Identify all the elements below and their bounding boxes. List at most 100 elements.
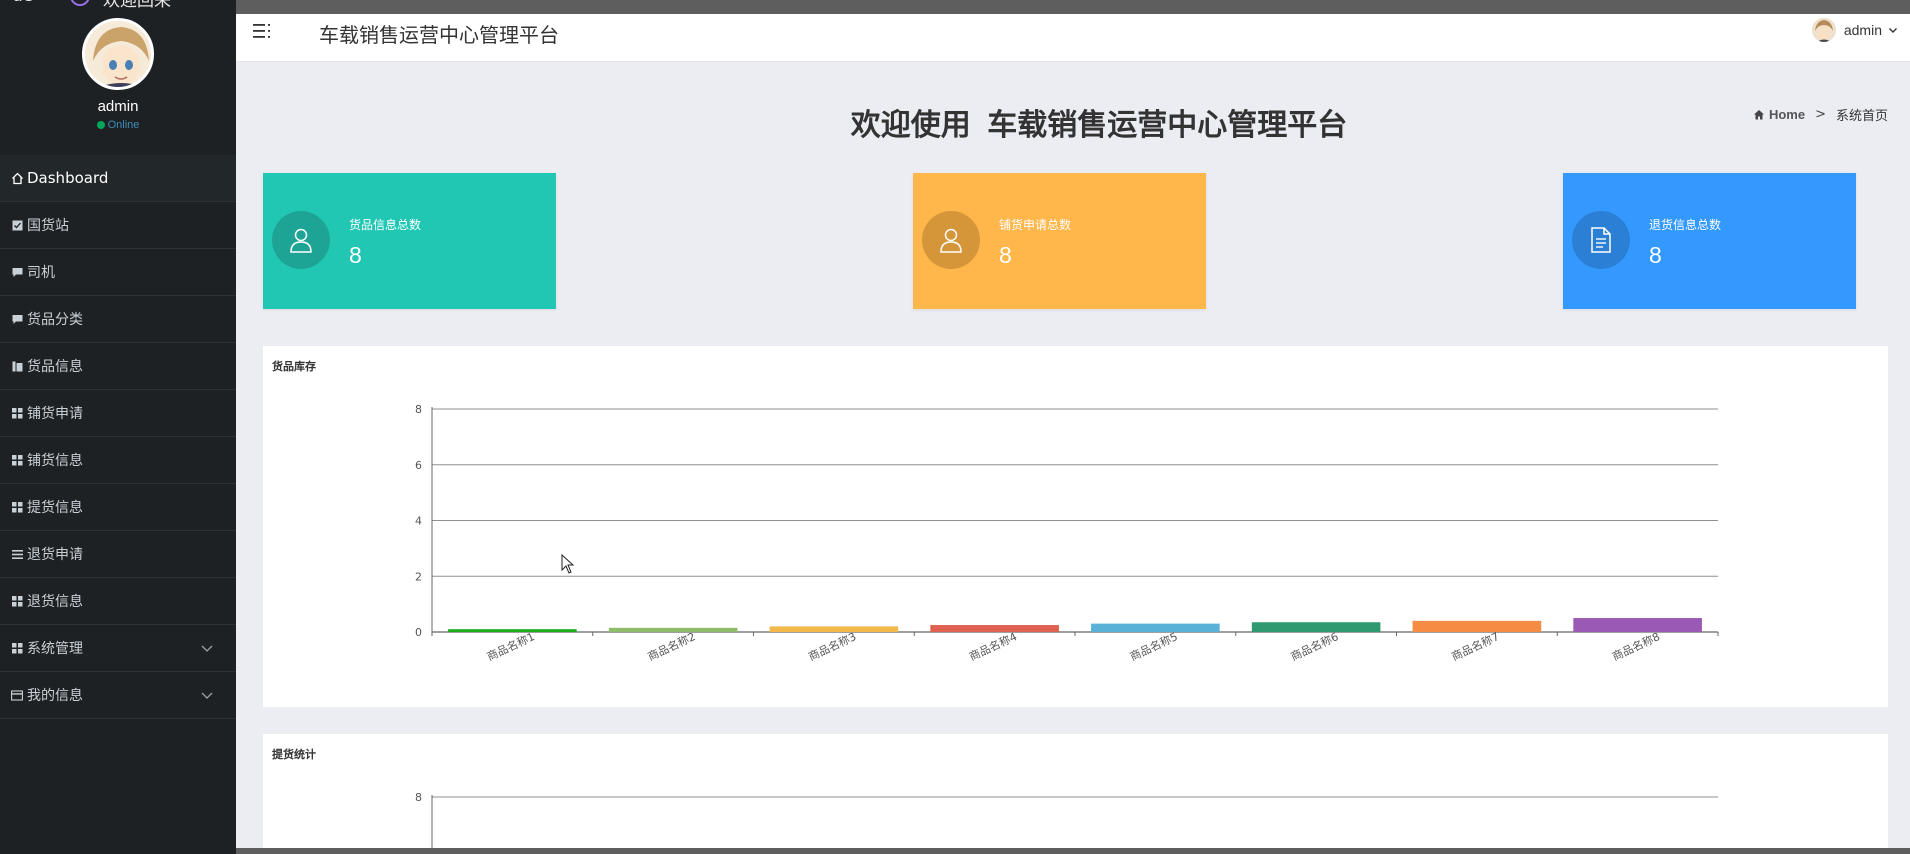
y-tick-label: 8 bbox=[415, 403, 422, 416]
book-icon bbox=[10, 359, 24, 373]
sidebar-item-system-management[interactable]: 系统管理 bbox=[0, 625, 236, 672]
main-content: 车载销售运营中心管理平台 admin 欢迎使用 车载销售运营中心管理平台 Hom… bbox=[236, 14, 1910, 848]
sidebar-item-label: 退货申请 bbox=[27, 547, 83, 563]
home-icon bbox=[10, 171, 24, 185]
bar bbox=[1251, 622, 1381, 632]
chevron-down-icon bbox=[1889, 28, 1897, 33]
sidebar-item-label: 货品信息 bbox=[27, 359, 83, 375]
top-user-name: admin bbox=[1843, 22, 1882, 38]
stat-value: 8 bbox=[999, 242, 1012, 268]
breadcrumb-separator: > bbox=[1815, 107, 1826, 122]
sidebar-brand: ue 欢迎回来 bbox=[0, 0, 236, 11]
sidebar-item-pickup-info[interactable]: 提货信息 bbox=[0, 484, 236, 531]
horizontal-scrollbar[interactable] bbox=[236, 848, 1910, 854]
sidebar-item-station[interactable]: 国货站 bbox=[0, 202, 236, 249]
document-icon bbox=[1572, 211, 1630, 269]
welcome-prefix: 欢迎使用 bbox=[850, 108, 971, 143]
bar bbox=[769, 626, 899, 632]
x-tick-label: 商品名称3 bbox=[806, 629, 858, 663]
app-title: 车载销售运营中心管理平台 bbox=[319, 23, 559, 47]
user-status-text: Online bbox=[107, 119, 140, 131]
sidebar-item-label: 系统管理 bbox=[27, 641, 83, 657]
sidebar-item-label: 提货信息 bbox=[27, 500, 83, 516]
sidebar-item-label: Dashboard bbox=[27, 169, 109, 187]
user-icon bbox=[922, 211, 980, 269]
brand-circle-icon bbox=[70, 0, 90, 6]
pickup-bar-chart: 68 bbox=[415, 791, 1718, 848]
x-tick-label: 商品名称1 bbox=[485, 629, 537, 663]
x-tick-label: 商品名称5 bbox=[1128, 629, 1180, 663]
breadcrumb-current: 系统首页 bbox=[1835, 109, 1888, 124]
y-tick-label: 8 bbox=[415, 791, 422, 804]
sidebar-item-label: 退货信息 bbox=[27, 594, 83, 610]
comment-icon bbox=[10, 265, 24, 279]
list-icon bbox=[10, 547, 24, 561]
user-name: admin bbox=[97, 98, 139, 115]
brand-text: 欢迎回来 bbox=[103, 0, 171, 11]
sidebar-item-goods-info[interactable]: 货品信息 bbox=[0, 343, 236, 390]
topbar: 车载销售运营中心管理平台 admin bbox=[236, 14, 1910, 62]
user-status: Online bbox=[0, 119, 236, 131]
sidebar-item-distribution-info[interactable]: 铺货信息 bbox=[0, 437, 236, 484]
sidebar-item-label: 铺货申请 bbox=[27, 406, 83, 422]
stat-value: 8 bbox=[349, 242, 362, 268]
sidebar-item-label: 我的信息 bbox=[27, 688, 83, 704]
sidebar-menu: Dashboard 国货站 司机 货品分类 货品信息 铺货申请 铺货信息 提货信… bbox=[0, 155, 236, 719]
x-tick-label: 商品名称7 bbox=[1449, 629, 1501, 663]
menu-toggle-icon[interactable] bbox=[252, 21, 272, 41]
sidebar: ue 欢迎回来 admin Online Dashboard 国货站 bbox=[0, 0, 236, 854]
stat-label: 铺货申请总数 bbox=[999, 218, 1072, 232]
y-tick-label: 4 bbox=[415, 515, 422, 528]
brand-left-text: ue bbox=[12, 0, 33, 6]
user-panel: admin Online bbox=[0, 14, 236, 154]
mouse-cursor-icon bbox=[561, 554, 575, 574]
x-tick-label: 商品名称2 bbox=[645, 629, 697, 663]
y-tick-label: 2 bbox=[415, 570, 422, 583]
bar bbox=[930, 625, 1059, 632]
x-tick-label: 商品名称6 bbox=[1288, 629, 1340, 663]
chart-panel-pickup: 提货统计 68 bbox=[263, 734, 1888, 848]
y-tick-label: 0 bbox=[415, 626, 422, 639]
user-icon bbox=[272, 211, 330, 269]
grid-icon bbox=[10, 500, 24, 514]
grid-icon bbox=[10, 594, 24, 608]
stat-card-distribution-apply-total: 铺货申请总数 8 bbox=[913, 173, 1206, 309]
breadcrumb: Home > 系统首页 bbox=[1753, 105, 1888, 124]
sidebar-item-dashboard[interactable]: Dashboard bbox=[0, 155, 236, 202]
stat-card-goods-total: 货品信息总数 8 bbox=[263, 173, 556, 309]
breadcrumb-home-link[interactable]: Home bbox=[1769, 107, 1805, 122]
sidebar-item-driver[interactable]: 司机 bbox=[0, 249, 236, 296]
bar bbox=[448, 629, 577, 632]
x-tick-label: 商品名称4 bbox=[967, 629, 1019, 663]
avatar bbox=[82, 18, 154, 90]
bar bbox=[1573, 618, 1702, 632]
comment-icon bbox=[10, 312, 24, 326]
avatar bbox=[1811, 18, 1836, 42]
x-tick-label: 商品名称8 bbox=[1610, 629, 1662, 663]
grid-icon bbox=[10, 406, 24, 420]
sidebar-item-goods-category[interactable]: 货品分类 bbox=[0, 296, 236, 343]
stat-label: 货品信息总数 bbox=[349, 218, 422, 232]
home-icon bbox=[1753, 110, 1764, 120]
sidebar-item-return-info[interactable]: 退货信息 bbox=[0, 578, 236, 625]
user-menu[interactable]: admin bbox=[1811, 18, 1898, 42]
stat-label: 退货信息总数 bbox=[1649, 218, 1722, 232]
welcome-title: 车载销售运营中心管理平台 bbox=[987, 108, 1348, 143]
sidebar-item-label: 国货站 bbox=[27, 218, 69, 234]
chevron-down-icon[interactable] bbox=[200, 641, 214, 655]
chevron-down-icon[interactable] bbox=[200, 688, 214, 702]
inventory-bar-chart: 0 2 4 6 8 商品名称1 商品名称2 商品名称3 商品名称4 商品名称5 商品名称6 商品名称7… bbox=[415, 403, 1719, 663]
card-icon bbox=[10, 688, 24, 702]
bar bbox=[1412, 620, 1542, 632]
sidebar-item-my-info[interactable]: 我的信息 bbox=[0, 672, 236, 719]
sidebar-item-label: 铺货信息 bbox=[27, 453, 83, 469]
grid-icon bbox=[10, 641, 24, 655]
sidebar-item-return-apply[interactable]: 退货申请 bbox=[0, 531, 236, 578]
bar bbox=[608, 627, 738, 632]
page-title: 欢迎使用 车载销售运营中心管理平台 bbox=[236, 100, 1910, 144]
sidebar-item-label: 货品分类 bbox=[27, 312, 83, 328]
sidebar-item-label: 司机 bbox=[27, 265, 55, 281]
grid-icon bbox=[10, 453, 24, 467]
bar bbox=[1091, 623, 1220, 632]
sidebar-item-distribution-apply[interactable]: 铺货申请 bbox=[0, 390, 236, 437]
